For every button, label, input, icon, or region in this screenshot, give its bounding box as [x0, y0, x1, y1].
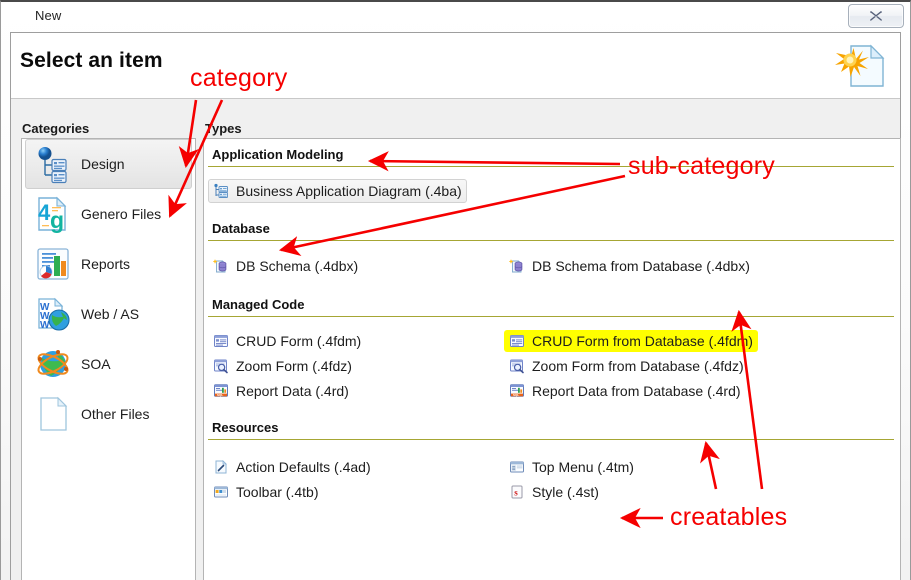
- types-section-database: Database DB Schema (.4dbx) DB Schema fro…: [204, 213, 900, 289]
- window-title: New: [35, 8, 62, 23]
- sidebar-item-reports[interactable]: Reports: [25, 239, 192, 289]
- new-item-dialog: Select an item Categories Design 4 g Gen…: [10, 32, 901, 580]
- sidebar-item-label: Other Files: [81, 406, 150, 422]
- zoom-form-db-icon: [509, 358, 525, 374]
- type-item-label: Report Data (.4rd): [236, 383, 349, 399]
- section-title: Resources: [212, 420, 279, 435]
- type-item-crud-form[interactable]: CRUD Form (.4fdm): [208, 330, 366, 352]
- type-item-zoom-form-from-database[interactable]: Zoom Form from Database (.4fdz): [504, 355, 749, 377]
- sidebar-item-label: Web / AS: [81, 306, 140, 322]
- type-item-style[interactable]: s Style (.4st): [504, 481, 604, 503]
- design-hierarchy-icon: [33, 144, 73, 184]
- categories-list[interactable]: Design 4 g Genero Files Reports W W W We…: [21, 138, 196, 580]
- soa-globe-orbit-icon: [33, 344, 73, 384]
- svg-text:s: s: [514, 488, 518, 498]
- genero-4gl-file-icon: 4 g: [33, 194, 73, 234]
- sidebar-item-soa[interactable]: SOA: [25, 339, 192, 389]
- sidebar-item-other-files[interactable]: Other Files: [25, 389, 192, 439]
- type-item-label: Report Data from Database (.4rd): [532, 383, 741, 399]
- type-item-db-schema[interactable]: DB Schema (.4dbx): [208, 255, 363, 277]
- types-list[interactable]: Application Modeling Business Applicatio…: [203, 138, 901, 580]
- type-item-label: Action Defaults (.4ad): [236, 459, 371, 475]
- categories-label: Categories: [22, 121, 90, 136]
- dialog-header: Select an item: [11, 33, 900, 99]
- zoom-form-icon: [213, 358, 229, 374]
- sidebar-item-label: Reports: [81, 256, 131, 272]
- sidebar-item-web-as[interactable]: W W W Web / AS: [25, 289, 192, 339]
- section-title: Application Modeling: [212, 147, 344, 162]
- window-titlebar: New: [1, 2, 911, 32]
- type-item-label: CRUD Form (.4fdm): [236, 333, 362, 349]
- type-item-report-data-from-database[interactable]: SQL Report Data from Database (.4rd): [504, 380, 746, 402]
- type-item-label: DB Schema (.4dbx): [236, 258, 359, 274]
- types-section-application-modeling: Application Modeling Business Applicatio…: [204, 139, 900, 213]
- section-title: Database: [212, 221, 270, 236]
- type-item-top-menu[interactable]: Top Menu (.4tm): [504, 456, 639, 478]
- types-section-managed-code: Managed Code CRUD Form (.4fdm) CRUD Form…: [204, 289, 900, 412]
- type-item-label: Zoom Form (.4fdz): [236, 358, 352, 374]
- types-label: Types: [205, 121, 242, 136]
- svg-text:W: W: [40, 320, 50, 331]
- close-x-icon: [870, 11, 882, 22]
- type-item-crud-form-from-database[interactable]: CRUD Form from Database (.4fdm): [504, 330, 758, 352]
- toolbar-icon: [213, 484, 229, 500]
- reports-chart-icon: [33, 244, 73, 284]
- style-icon: s: [509, 484, 525, 500]
- types-section-resources: Resources Action Defaults (.4ad) Top Men…: [204, 412, 900, 513]
- crud-form-icon: [213, 333, 229, 349]
- type-item-label: Business Application Diagram (.4ba): [236, 183, 462, 199]
- crud-form-db-icon: [509, 333, 525, 349]
- new-document-wizard-icon: [834, 43, 886, 94]
- type-item-label: DB Schema from Database (.4dbx): [532, 258, 750, 274]
- sidebar-item-design[interactable]: Design: [25, 139, 192, 189]
- type-item-db-schema-from-database[interactable]: DB Schema from Database (.4dbx): [504, 255, 755, 277]
- web-www-globe-icon: W W W: [33, 294, 73, 334]
- type-item-action-defaults[interactable]: Action Defaults (.4ad): [208, 456, 376, 478]
- type-item-label: Toolbar (.4tb): [236, 484, 319, 500]
- report-data-db-icon: SQL: [509, 383, 525, 399]
- type-item-label: Zoom Form from Database (.4fdz): [532, 358, 744, 374]
- sidebar-item-label: Genero Files: [81, 206, 162, 222]
- svg-text:SQL: SQL: [217, 393, 223, 397]
- db-schema-from-db-icon: [508, 258, 525, 274]
- db-schema-icon: [212, 258, 229, 274]
- type-item-business-application-diagram[interactable]: Business Application Diagram (.4ba): [208, 179, 467, 203]
- report-data-icon: SQL: [213, 383, 229, 399]
- type-item-report-data[interactable]: SQL Report Data (.4rd): [208, 380, 354, 402]
- sidebar-item-label: SOA: [81, 356, 111, 372]
- svg-text:SQL: SQL: [513, 393, 519, 397]
- bad-diagram-icon: [213, 183, 229, 199]
- type-item-toolbar[interactable]: Toolbar (.4tb): [208, 481, 323, 503]
- top-menu-icon: [509, 459, 525, 475]
- section-title: Managed Code: [212, 297, 305, 312]
- type-item-label: Top Menu (.4tm): [532, 459, 634, 475]
- type-item-label: Style (.4st): [532, 484, 599, 500]
- action-defaults-icon: [213, 459, 229, 475]
- type-item-label: CRUD Form from Database (.4fdm): [532, 333, 753, 349]
- close-button[interactable]: [848, 4, 904, 28]
- page-title: Select an item: [20, 49, 163, 72]
- sidebar-item-label: Design: [81, 156, 125, 172]
- screenshot-root: New Select an item Categories Design 4 g…: [0, 0, 911, 580]
- sidebar-item-genero-files[interactable]: 4 g Genero Files: [25, 189, 192, 239]
- blank-document-icon: [33, 394, 73, 434]
- type-item-zoom-form[interactable]: Zoom Form (.4fdz): [208, 355, 357, 377]
